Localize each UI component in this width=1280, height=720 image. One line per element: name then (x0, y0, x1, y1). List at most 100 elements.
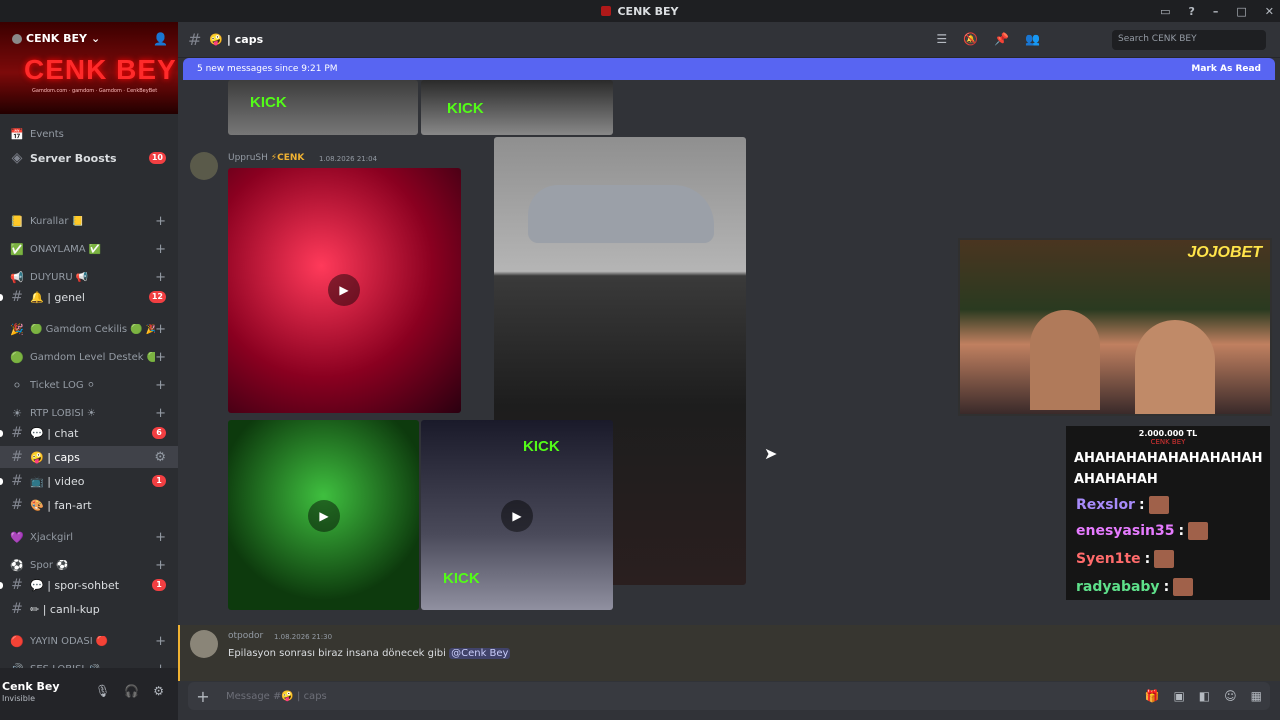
banner-small-text: Gamdom.com · gamdom · Gamdom · CenkBeyBe… (32, 88, 158, 94)
gif-icon[interactable]: ▣ (1173, 689, 1184, 703)
stream-chat-username: radyababy (1076, 579, 1160, 595)
sidebar-item[interactable]: ☀ RTP LOBİSİ ☀ + (0, 402, 178, 424)
message-input[interactable]: Message #🤪 | caps (226, 691, 327, 702)
stream-chat-line: radyababy: (1076, 578, 1194, 596)
sidebar-item[interactable]: # 💬 | chat 6 (0, 422, 178, 444)
microphone-icon[interactable]: 🎙 (95, 684, 110, 698)
server-name-button[interactable]: CENK BEY ⌄ (12, 32, 100, 45)
streamer-figure (1135, 320, 1215, 414)
hash-icon: # (11, 497, 23, 513)
add-attachment-button[interactable]: + (188, 687, 218, 706)
user-status: Invisible (2, 694, 35, 703)
member-list-icon[interactable]: 👥 (1025, 32, 1040, 46)
sidebar-item-events[interactable]: 📅 Events (0, 123, 178, 145)
sidebar-item[interactable]: ⚪ Ticket LOG ⚪ + (0, 374, 178, 396)
sidebar-item[interactable]: 🟢 Gamdom Level Destek 🟢 + (0, 346, 178, 368)
create-channel-icon[interactable]: + (155, 406, 166, 421)
search-input[interactable]: Search CENK BEY (1112, 30, 1266, 50)
create-channel-icon[interactable]: + (155, 214, 166, 229)
help-icon[interactable]: ? (1188, 5, 1194, 18)
create-channel-icon[interactable]: + (155, 634, 166, 649)
sidebar-item[interactable]: 🔴 YAYIN ODASI 🔴 + (0, 630, 178, 652)
create-channel-icon[interactable]: + (155, 270, 166, 285)
banner-title: CENK BEY (24, 54, 177, 85)
emote-icon (1188, 522, 1209, 540)
sidebar-item[interactable]: 📢 DUYURU 📢 + (0, 266, 178, 288)
minimize-button[interactable]: – (1213, 5, 1219, 18)
sidebar-item-label: Spor ⚽ (30, 559, 69, 571)
hash-icon: # (11, 473, 23, 489)
sticker-icon[interactable]: ◧ (1199, 689, 1210, 703)
settings-gear-icon[interactable]: ⚙ (153, 684, 164, 698)
sidebar-item[interactable]: # 📺 | video 1 (0, 470, 178, 492)
create-channel-icon[interactable]: + (155, 350, 166, 365)
create-channel-icon[interactable]: + (155, 322, 166, 337)
attachment-image[interactable]: KICK (421, 80, 613, 135)
pin-icon[interactable]: 📌 (994, 32, 1009, 46)
message-timestamp: 1.08.2026 21:04 (319, 155, 378, 163)
sidebar-item[interactable]: # 🔔 | genel 12 (0, 286, 178, 308)
user-mention[interactable]: @Cenk Bey (449, 648, 511, 659)
create-channel-icon[interactable]: + (155, 530, 166, 545)
sponsor-logo: JOJOBET (1187, 244, 1262, 261)
close-button[interactable]: ✕ (1265, 5, 1274, 18)
play-icon[interactable]: ▶ (308, 500, 340, 532)
sidebar-item[interactable]: ⚽ Spor ⚽ + (0, 554, 178, 576)
sidebar-item-label: YAYIN ODASI 🔴 (30, 635, 109, 647)
emoji-icon[interactable]: ☺ (1224, 689, 1237, 703)
message-composer[interactable]: + Message #🤪 | caps 🎁 ▣ ◧ ☺ ▦ (188, 682, 1270, 710)
apps-icon[interactable]: ▦ (1251, 689, 1262, 703)
sidebar-item[interactable]: # 🎨 | fan-art (0, 494, 178, 516)
mark-as-read-button[interactable]: Mark As Read (1191, 64, 1261, 74)
sidebar-item[interactable]: 🎉 🟢 Gamdom Cekilis 🟢 🎉 + (0, 318, 178, 340)
hash-icon: # (188, 30, 202, 49)
sidebar-item-label: Kurallar 📒 (30, 215, 85, 227)
video-attachment[interactable]: KICK ▶ KICK (421, 420, 613, 610)
sidebar-item[interactable]: 📒 Kurallar 📒 + (0, 210, 178, 232)
sidebar-item-label: 💬 | chat (30, 426, 79, 440)
stream-chat-overlay: 2.000.000 TL CENK BEY AHAHAHAHAHAHAHAHAH… (1066, 426, 1270, 600)
sidebar-item[interactable]: ✅ ONAYLAMA ✅ + (0, 238, 178, 260)
channel-settings-icon[interactable]: ⚙ (154, 450, 166, 465)
hash-icon: # (11, 601, 23, 617)
new-messages-bar[interactable]: 5 new messages since 9:21 PM Mark As Rea… (183, 58, 1275, 80)
sidebar-item[interactable]: 💜 Xjackgirl + (0, 526, 178, 548)
sidebar-item[interactable]: # ✏ | canlı-kup (0, 598, 178, 620)
category-icon: ⚽ (10, 558, 24, 572)
invite-people-icon[interactable]: 👤 (153, 32, 168, 46)
category-icon: 📢 (10, 270, 24, 284)
headphones-icon[interactable]: 🎧 (124, 684, 139, 698)
create-channel-icon[interactable]: + (155, 378, 166, 393)
mute-bell-icon[interactable]: 🔕 (963, 32, 978, 46)
avatar[interactable] (190, 152, 218, 180)
create-channel-icon[interactable]: + (155, 242, 166, 257)
sidebar-item-server-boosts[interactable]: ◈ Server Boosts 10 (0, 147, 178, 169)
inbox-icon[interactable]: ▭ (1160, 5, 1170, 18)
video-attachment[interactable]: ▶ (228, 168, 461, 413)
webcam-overlay: JOJOBET (958, 238, 1272, 416)
message-mention-highlight: otpodor 1.08.2026 21:30 Epilasyon sonras… (178, 625, 1280, 681)
user-name[interactable]: Cenk Bey (2, 680, 60, 693)
message-author[interactable]: otpodor (228, 631, 263, 641)
avatar[interactable] (190, 630, 218, 658)
sidebar-item[interactable]: # 💬 | spor-sohbet 1 (0, 574, 178, 596)
sidebar-item-label: ONAYLAMA ✅ (30, 243, 102, 255)
message-author[interactable]: UppruSH ⚡CENK (228, 153, 304, 163)
sidebar-item-label: 🤪 | caps (30, 450, 80, 464)
maximize-button[interactable]: □ (1236, 5, 1246, 18)
server-banner[interactable]: CENK BEY ⌄ 👤 CENK BEY Gamdom.com · gamdo… (0, 22, 178, 114)
video-attachment[interactable]: ▶ (228, 420, 419, 610)
play-icon[interactable]: ▶ (501, 500, 533, 532)
play-icon[interactable]: ▶ (328, 274, 360, 306)
attachment-image[interactable]: KICK (228, 80, 418, 135)
sidebar-item-label: Gamdom Level Destek 🟢 (30, 351, 156, 363)
sidebar-item[interactable]: # 🤪 | caps ⚙ (0, 446, 178, 468)
unread-indicator (0, 429, 3, 437)
threads-icon[interactable]: ☰ (936, 32, 947, 46)
calendar-icon: 📅 (10, 127, 24, 141)
channel-title: 🤪 | caps (209, 33, 264, 46)
role-tag: ⚡CENK (270, 153, 305, 163)
gift-icon[interactable]: 🎁 (1145, 689, 1160, 703)
create-channel-icon[interactable]: + (155, 558, 166, 573)
sidebar-item-label: Ticket LOG ⚪ (30, 379, 96, 391)
